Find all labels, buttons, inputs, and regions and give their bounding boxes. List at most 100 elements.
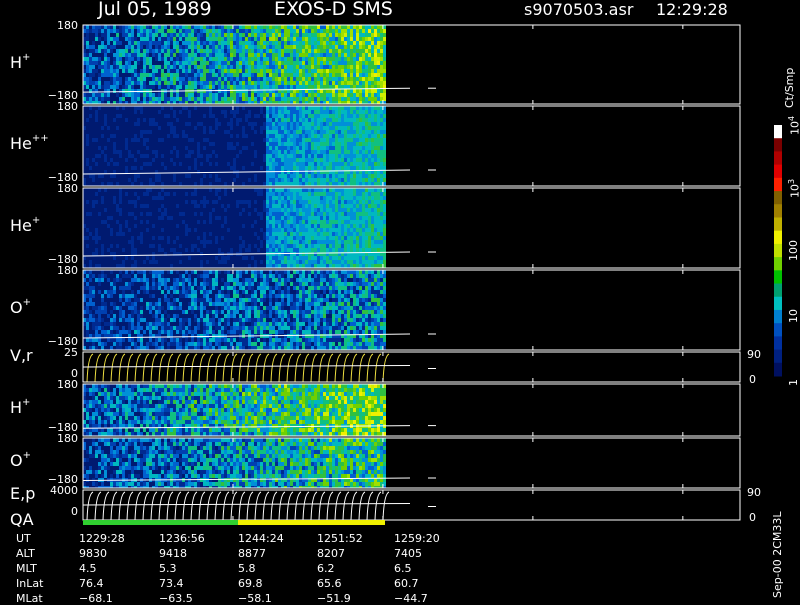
spectrogram-cell bbox=[287, 134, 290, 138]
spectrogram-cell bbox=[146, 248, 149, 252]
spectrogram-cell bbox=[344, 130, 347, 134]
spectrogram-cell bbox=[317, 57, 320, 61]
spectrogram-cell bbox=[110, 89, 113, 93]
spectrogram-cell bbox=[224, 61, 227, 65]
spectrogram-cell bbox=[92, 232, 95, 236]
spectrogram-cell bbox=[356, 69, 359, 73]
spectrogram-cell bbox=[338, 146, 341, 150]
spectrogram-cell bbox=[110, 114, 113, 118]
spectrogram-cell bbox=[128, 73, 131, 77]
spectrogram-cell bbox=[383, 81, 386, 85]
spectrogram-cell bbox=[242, 114, 245, 118]
spectrogram-cell bbox=[266, 154, 269, 158]
spectrogram-cell bbox=[275, 106, 278, 110]
spectrogram-cell bbox=[236, 77, 239, 81]
spectrogram-cell bbox=[191, 142, 194, 146]
spectrogram-cell bbox=[353, 97, 356, 101]
spectrogram-cell bbox=[380, 130, 383, 134]
spectrogram-cell bbox=[320, 77, 323, 81]
spectrogram-cell bbox=[263, 150, 266, 154]
spectrogram-cell bbox=[119, 166, 122, 170]
spectrogram-cell bbox=[113, 158, 116, 162]
spectrogram-cell bbox=[245, 33, 248, 37]
spectrogram-cell bbox=[131, 49, 134, 53]
spectrogram-cell bbox=[182, 93, 185, 97]
spectrogram-cell bbox=[308, 49, 311, 53]
spectrogram-cell bbox=[248, 25, 251, 29]
spectrogram-cell bbox=[164, 138, 167, 142]
spectrogram-cell bbox=[269, 110, 272, 114]
spectrogram-cell bbox=[371, 33, 374, 37]
spectrogram-cell bbox=[305, 142, 308, 146]
spectrogram-cell bbox=[125, 106, 128, 110]
spectrogram-cell bbox=[98, 49, 101, 53]
spectrogram-cell bbox=[305, 53, 308, 57]
spectrogram-cell bbox=[152, 264, 155, 268]
spectrogram-cell bbox=[230, 85, 233, 89]
spectrogram-cell bbox=[281, 25, 284, 29]
spectrogram-cell bbox=[293, 162, 296, 166]
spectrogram-cell bbox=[209, 240, 212, 244]
spectrogram-cell bbox=[122, 122, 125, 126]
spectrogram-cell bbox=[137, 260, 140, 264]
spectrogram-cell bbox=[158, 134, 161, 138]
spectrogram-cell bbox=[185, 224, 188, 228]
spectrogram-cell bbox=[149, 25, 152, 29]
spectrogram-cell bbox=[164, 188, 167, 192]
spectrogram-cell bbox=[218, 188, 221, 192]
spectrogram-cell bbox=[362, 73, 365, 77]
spectrogram-cell bbox=[170, 220, 173, 224]
spectrogram-cell bbox=[365, 61, 368, 65]
spectrogram-cell bbox=[191, 188, 194, 192]
spectrogram-cell bbox=[284, 65, 287, 69]
spectrogram-cell bbox=[281, 174, 284, 178]
spectrogram-cell bbox=[149, 61, 152, 65]
spectrogram-cell bbox=[161, 130, 164, 134]
spectrogram-cell bbox=[311, 154, 314, 158]
spectrogram-cell bbox=[101, 118, 104, 122]
spectrogram-cell bbox=[191, 37, 194, 41]
spectrogram-cell bbox=[134, 232, 137, 236]
spectrogram-cell bbox=[275, 174, 278, 178]
spectrogram-cell bbox=[332, 158, 335, 162]
spectrogram-cell bbox=[194, 228, 197, 232]
spectrogram-cell bbox=[350, 146, 353, 150]
spectrogram-cell bbox=[161, 118, 164, 122]
spectrogram-cell bbox=[140, 61, 143, 65]
spectrogram-cell bbox=[203, 150, 206, 154]
spectrogram-cell bbox=[113, 81, 116, 85]
spectrogram-cell bbox=[161, 256, 164, 260]
spectrogram-cell bbox=[182, 252, 185, 256]
spectrogram-cell bbox=[278, 33, 281, 37]
spectrogram-cell bbox=[308, 130, 311, 134]
spectrogram-cell bbox=[161, 142, 164, 146]
spectrogram-cell bbox=[254, 73, 257, 77]
spectrogram-cell bbox=[347, 110, 350, 114]
spectrogram-cell bbox=[110, 220, 113, 224]
spectrogram-cell bbox=[338, 182, 341, 186]
spectrogram-cell bbox=[104, 118, 107, 122]
spectrogram-cell bbox=[302, 146, 305, 150]
spectrogram-cell bbox=[116, 174, 119, 178]
spectrogram-cell bbox=[119, 126, 122, 130]
spectrogram-cell bbox=[116, 240, 119, 244]
spectrogram-cell bbox=[194, 192, 197, 196]
spectrogram-cell bbox=[335, 134, 338, 138]
spectrogram-cell bbox=[302, 150, 305, 154]
spectrogram-cell bbox=[173, 61, 176, 65]
spectrogram-cell bbox=[179, 146, 182, 150]
spectrogram-cell bbox=[215, 264, 218, 268]
spectrogram-cell bbox=[89, 220, 92, 224]
spectrogram-cell bbox=[284, 146, 287, 150]
spectrogram-cell bbox=[326, 97, 329, 101]
spectrogram-cell bbox=[98, 228, 101, 232]
spectrogram-cell bbox=[143, 29, 146, 33]
spectrogram-cell bbox=[125, 154, 128, 158]
spectrogram-cell bbox=[230, 65, 233, 69]
spectrogram-cell bbox=[332, 166, 335, 170]
spectrogram-cell bbox=[221, 45, 224, 49]
spectrogram-cell bbox=[176, 166, 179, 170]
spectrogram-cell bbox=[179, 33, 182, 37]
spectrogram-cell bbox=[377, 122, 380, 126]
spectrogram-cell bbox=[128, 118, 131, 122]
